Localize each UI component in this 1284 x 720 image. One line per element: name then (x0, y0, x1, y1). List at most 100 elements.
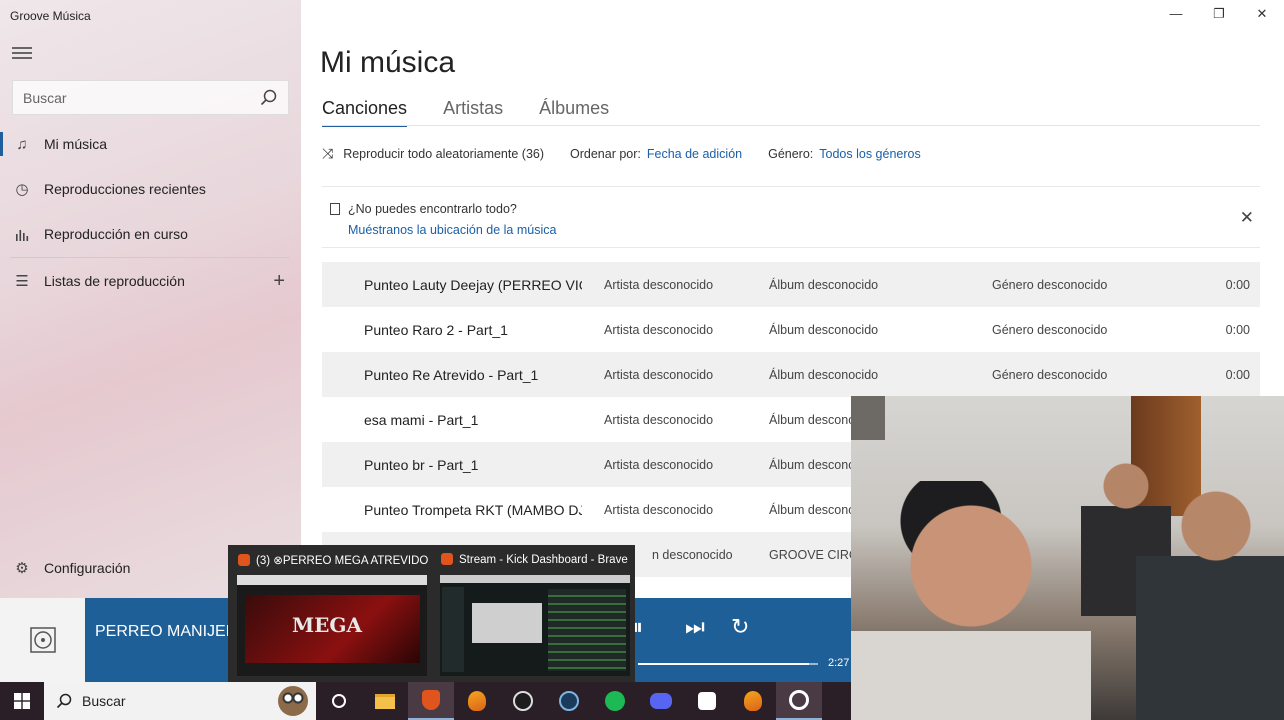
taskbar-search[interactable]: Buscar (44, 682, 316, 720)
discord-icon[interactable] (638, 682, 684, 720)
capcut-icon[interactable] (684, 682, 730, 720)
shuffle-icon[interactable]: ⤨ (322, 145, 333, 162)
song-album[interactable]: Álbum desconocido (769, 323, 878, 337)
song-artist[interactable]: Artista desconocido (604, 278, 713, 292)
song-genre: Género desconocido (992, 277, 1108, 292)
song-album[interactable]: Álbum desconoc (769, 503, 861, 517)
song-album[interactable]: Álbum desconoc (769, 413, 861, 427)
shuffle-all-button[interactable]: Reproducir todo aleatoriamente (36) (343, 147, 544, 161)
table-row[interactable]: Punteo Lauty Deejay (PERREO VIOL Artista… (322, 262, 1260, 307)
search-icon[interactable] (260, 89, 278, 107)
sidebar-item-label: Mi música (44, 136, 108, 152)
tab-bar: Canciones Artistas Álbumes (322, 98, 609, 127)
song-artist[interactable]: Artista desconocido (604, 323, 713, 337)
obs-icon[interactable] (500, 682, 546, 720)
song-title: Punteo Re Atrevido - Part_1 (364, 366, 539, 383)
song-toolbar: ⤨ Reproducir todo aleatoriamente (36) Or… (322, 145, 921, 162)
missing-music-notice: ¿No puedes encontrarlo todo? Muéstranos … (322, 186, 1260, 248)
sidebar-item-label: Listas de reproducción (44, 273, 185, 289)
song-title: Punteo Raro 2 - Part_1 (364, 321, 508, 338)
spotify-icon[interactable] (592, 682, 638, 720)
taskbar-search-label: Buscar (82, 693, 126, 709)
song-genre: Género desconocido (992, 367, 1108, 382)
restore-button[interactable]: ❐ (1209, 6, 1229, 22)
person (851, 481, 1091, 720)
album-art[interactable] (0, 598, 85, 682)
page-title: Mi música (320, 46, 456, 79)
thumbnail-title-text: Stream - Kick Dashboard - Brave (459, 554, 628, 566)
sidebar-item-label: Configuración (44, 560, 131, 576)
sidebar-item-mi-musica[interactable]: ♫ Mi música (0, 124, 301, 164)
person (1136, 486, 1284, 720)
progress-bar[interactable] (638, 663, 818, 665)
sidebar-item-recientes[interactable]: ◷ Reproducciones recientes (0, 169, 301, 209)
thumbnail-title-text: (3) ⊗PERREO MEGA ATREVIDO ... (256, 555, 428, 567)
song-album[interactable]: Álbum desconocido (769, 368, 878, 382)
close-icon[interactable]: ✕ (1240, 208, 1254, 228)
song-artist[interactable]: Artista desconocido (604, 503, 713, 517)
sidebar-item-label: Reproducciones recientes (44, 181, 206, 197)
show-location-link[interactable]: Muéstranos la ubicación de la música (348, 223, 556, 237)
sidebar: Groove Música Buscar ♫ Mi música ◷ Repro… (0, 0, 301, 598)
owl-icon (278, 686, 308, 716)
sidebar-item-listas[interactable]: ☰ Listas de reproducción + (0, 261, 301, 301)
song-album[interactable]: Álbum desconoc (769, 458, 861, 472)
file-explorer-icon[interactable] (362, 682, 408, 720)
cortana-icon[interactable] (316, 682, 362, 720)
add-playlist-icon[interactable]: + (273, 270, 285, 293)
thumbnail-brave-tab-2[interactable]: Stream - Kick Dashboard - Brave (433, 545, 633, 682)
song-duration: 0:00 (1225, 322, 1250, 337)
gear-icon: ⚙ (15, 560, 29, 577)
song-artist[interactable]: Artista desconocido (604, 368, 713, 382)
song-duration: 0:00 (1225, 277, 1250, 292)
steam-icon[interactable] (546, 682, 592, 720)
brave-browser-icon[interactable] (408, 682, 454, 720)
song-album[interactable]: Álbum desconocido (769, 278, 878, 292)
song-title: Punteo Lauty Deejay (PERREO VIOL (364, 276, 582, 293)
equalizer-icon (0, 228, 44, 241)
tab-albumes[interactable]: Álbumes (539, 98, 609, 127)
sort-dropdown[interactable]: Fecha de adición (647, 147, 742, 161)
hamburger-menu-icon[interactable] (12, 47, 32, 61)
repeat-icon[interactable]: ↻ (731, 614, 749, 640)
thumbnail-preview-text: MEGA (292, 613, 362, 637)
app-title: Groove Música (10, 9, 91, 23)
tab-artistas[interactable]: Artistas (443, 98, 503, 127)
song-artist[interactable]: Artista desconocido (604, 458, 713, 472)
notice-question: ¿No puedes encontrarlo todo? (348, 202, 517, 216)
song-genre: Género desconocido (992, 322, 1108, 337)
fl-studio-icon[interactable] (454, 682, 500, 720)
close-button[interactable]: ✕ (1252, 6, 1272, 22)
webcam-overlay (851, 396, 1284, 720)
search-input[interactable]: Buscar (23, 90, 260, 106)
groove-music-icon[interactable] (776, 682, 822, 720)
fl-studio-icon[interactable] (730, 682, 776, 720)
document-icon (330, 203, 340, 215)
divider (322, 125, 1260, 126)
song-artist[interactable]: Artista desconocido (604, 413, 713, 427)
progress-fill (638, 663, 809, 665)
song-title: esa mami - Part_1 (364, 411, 479, 428)
playlist-icon: ☰ (15, 273, 29, 290)
tab-canciones[interactable]: Canciones (322, 98, 408, 127)
elapsed-time: 2:27 (828, 657, 850, 669)
genre-dropdown[interactable]: Todos los géneros (819, 147, 920, 161)
brave-icon (441, 553, 453, 565)
table-row[interactable]: Punteo Re Atrevido - Part_1 Artista desc… (322, 352, 1260, 397)
song-artist[interactable]: n desconocido (652, 548, 733, 562)
music-note-icon: ♫ (16, 135, 28, 153)
thumbnail-title: Stream - Kick Dashboard - Brave (441, 553, 631, 566)
divider (10, 257, 290, 258)
next-icon[interactable]: ⏭ (685, 614, 705, 640)
taskbar: Buscar (0, 682, 851, 720)
thumbnail-preview: MEGA (237, 575, 427, 676)
table-row[interactable]: Punteo Raro 2 - Part_1 Artista desconoci… (322, 307, 1260, 352)
now-playing-title[interactable]: PERREO MANIJERO (95, 623, 250, 641)
start-button[interactable] (0, 682, 44, 720)
search-box[interactable]: Buscar (12, 80, 289, 115)
song-title: Punteo Trompeta RKT (MAMBO DJ (364, 501, 582, 518)
minimize-button[interactable]: — (1166, 6, 1186, 21)
sidebar-item-en-curso[interactable]: Reproducción en curso (0, 214, 301, 254)
thumbnail-brave-tab-1[interactable]: (3) ⊗PERREO MEGA ATREVIDO ... MEGA (230, 545, 430, 682)
taskbar-thumbnail-popup: (3) ⊗PERREO MEGA ATREVIDO ... MEGA Strea… (228, 545, 635, 682)
